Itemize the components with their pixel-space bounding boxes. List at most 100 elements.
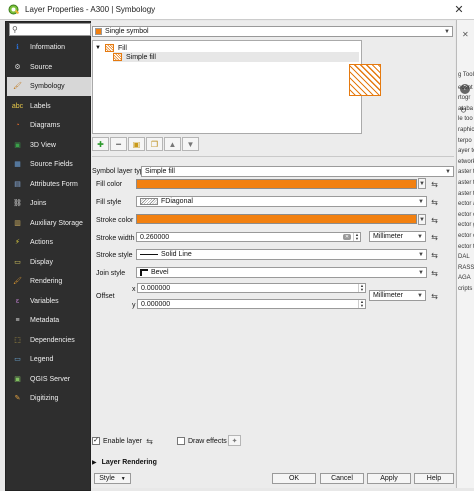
background-app-panel: ✕ ? ↻ g Tool ecent rtogr ataba le too raphic t…	[456, 20, 474, 488]
lock-layer-button[interactable]: ▣	[128, 137, 145, 151]
help-button[interactable]: Help	[414, 473, 454, 484]
sidebar-item-label: Source Fields	[30, 161, 73, 168]
style-button-label: Style	[99, 475, 115, 482]
background-list-item: ecent	[458, 84, 473, 91]
sidebar-item-information[interactable]: ℹ Information	[7, 38, 91, 57]
layer-rendering-section[interactable]: ▶ Layer Rendering	[92, 459, 157, 466]
spinner-arrows-icon[interactable]: ▲ ▼	[358, 300, 365, 308]
data-defined-override-icon[interactable]: ⇆	[428, 179, 441, 189]
stroke-color-dropdown[interactable]: ▼	[418, 214, 426, 225]
spinner-arrows-icon[interactable]: ▲ ▼	[358, 284, 365, 292]
fill-style-select[interactable]: FDiagonal ▼	[136, 196, 427, 207]
add-layer-button[interactable]: ✚	[92, 137, 109, 151]
join-style-select[interactable]: Bevel ▼	[136, 267, 427, 278]
sidebar-item-dependencies[interactable]: ⬚ Dependencies	[7, 331, 91, 350]
sidebar-item-label: Labels	[30, 102, 51, 110]
search-input[interactable]	[19, 26, 92, 33]
offset-x-input[interactable]: 0.000000 ▲ ▼	[137, 283, 366, 293]
background-list-item: RASS	[458, 264, 474, 271]
sidebar-item-attributes-form[interactable]: ▤ Attributes Form	[7, 175, 91, 194]
fill-swatch-icon	[104, 44, 114, 52]
fill-color-dropdown[interactable]: ▼	[418, 178, 426, 189]
cancel-button[interactable]: Cancel	[320, 473, 364, 484]
background-list-item: aster t	[458, 180, 474, 186]
sidebar-item-actions[interactable]: ⚡ Actions	[7, 233, 91, 252]
sidebar-item-digitizing[interactable]: ✎ Digitizing	[7, 389, 91, 408]
chevron-down-icon: ▼	[417, 292, 423, 299]
window-title: Layer Properties - A300 | Symbology	[25, 5, 156, 14]
data-defined-override-icon[interactable]: ⇆	[428, 291, 441, 301]
background-list-item: cripts	[458, 286, 473, 292]
sidebar-item-label: Information	[30, 44, 66, 51]
offset-label: Offset	[96, 293, 115, 300]
join-style-label: Join style	[96, 270, 126, 277]
data-defined-override-icon[interactable]: ⇆	[428, 215, 441, 225]
sidebar: ⚲ ℹ Information ⚙ Source 🖌 Symbology abc Labels…	[5, 21, 92, 491]
sidebar-item-variables[interactable]: ε Variables	[7, 292, 91, 311]
sidebar-item-3d-view[interactable]: ▣ 3D View	[7, 136, 91, 155]
background-list-item: aster t	[458, 190, 474, 197]
data-defined-override-icon[interactable]: ⇆	[428, 232, 441, 242]
plus-icon: ✚	[97, 139, 104, 149]
data-defined-override-icon[interactable]: ⇆	[428, 250, 441, 260]
move-down-button[interactable]: ▼	[182, 137, 199, 151]
stroke-style-select[interactable]: Solid Line ▼	[136, 249, 427, 260]
information-icon: ℹ	[16, 44, 19, 51]
fill-color-label: Fill color	[96, 181, 123, 188]
enable-layer-label: Enable layer	[103, 437, 142, 445]
arrow-down-icon: ▼	[186, 139, 195, 149]
sidebar-item-qgis-server[interactable]: ▣ QGIS Server	[7, 370, 91, 389]
star-icon: ✦	[231, 437, 238, 445]
data-defined-override-icon[interactable]: ⇆	[428, 268, 441, 278]
offset-y-input[interactable]: 0.000000 ▲ ▼	[137, 299, 366, 309]
sidebar-item-legend[interactable]: ▭ Legend	[7, 350, 91, 369]
sidebar-item-joins[interactable]: ⛓ Joins	[7, 194, 91, 213]
sidebar-item-metadata[interactable]: ≡ Metadata	[7, 311, 91, 330]
draw-effects-checkbox[interactable]: Draw effects	[177, 437, 227, 445]
draw-effects-label: Draw effects	[188, 437, 227, 445]
clear-icon[interactable]: ✕	[343, 234, 351, 240]
sidebar-item-source-fields[interactable]: ▦ Source Fields	[7, 155, 91, 174]
sidebar-item-auxiliary-storage[interactable]: ▥ Auxiliary Storage	[7, 214, 91, 233]
offset-unit-select[interactable]: Millimeter ▼	[369, 290, 426, 301]
sidebar-item-rendering[interactable]: 🖌 Rendering	[7, 272, 91, 291]
data-defined-override-icon[interactable]: ⇆	[143, 436, 156, 446]
remove-layer-button[interactable]: ━	[110, 137, 127, 151]
sidebar-item-symbology[interactable]: 🖌 Symbology	[7, 77, 91, 96]
sidebar-item-label: Display	[30, 258, 53, 266]
spinner-arrows-icon[interactable]: ▲ ▼	[353, 233, 360, 241]
stroke-width-input[interactable]: 0.260000 ✕ ▲ ▼	[136, 232, 361, 242]
background-list-item: AGA	[458, 275, 471, 282]
sidebar-item-label: Rendering	[30, 278, 63, 285]
apply-button[interactable]: Apply	[367, 473, 411, 484]
renderer-select[interactable]: Single symbol ▼	[92, 26, 453, 37]
sidebar-item-diagrams[interactable]: ◔ Diagrams	[7, 116, 91, 135]
chevron-down-icon: ▼	[418, 269, 424, 276]
tree-root-label: Fill	[117, 44, 127, 52]
effects-settings-button[interactable]: ✦	[228, 435, 241, 446]
source-icon: ⚙	[14, 63, 21, 71]
style-button[interactable]: Style ▼	[94, 473, 131, 484]
search-box[interactable]: ⚲	[9, 23, 92, 36]
data-defined-override-icon[interactable]: ⇆	[428, 197, 441, 207]
stroke-color-button[interactable]	[136, 214, 417, 224]
fill-color-button[interactable]	[136, 179, 417, 189]
background-list-item: etwork	[458, 158, 474, 165]
tree-item-simple-fill[interactable]: Simple fill	[113, 52, 359, 62]
qgis-logo-icon	[8, 4, 20, 14]
layer-rendering-label: Layer Rendering	[101, 459, 157, 466]
move-up-button[interactable]: ▲	[164, 137, 181, 151]
stroke-width-unit-select[interactable]: Millimeter ▼	[369, 231, 426, 242]
close-icon[interactable]: ✕	[448, 3, 470, 16]
symbol-layer-type-select[interactable]: Simple fill ▼	[141, 166, 454, 177]
enable-layer-checkbox[interactable]: ✓ Enable layer	[92, 437, 142, 445]
background-list-item: terpo	[458, 137, 472, 144]
duplicate-layer-button[interactable]: ❐	[146, 137, 163, 151]
help-button-label: Help	[426, 475, 442, 482]
sidebar-item-display[interactable]: ▭ Display	[7, 253, 91, 272]
symbol-layer-type-label: Symbol layer type	[92, 168, 148, 175]
background-list-item: le too	[458, 116, 473, 123]
ok-button[interactable]: OK	[272, 473, 316, 484]
sidebar-item-labels[interactable]: abc Labels	[7, 97, 91, 116]
sidebar-item-source[interactable]: ⚙ Source	[7, 58, 91, 77]
